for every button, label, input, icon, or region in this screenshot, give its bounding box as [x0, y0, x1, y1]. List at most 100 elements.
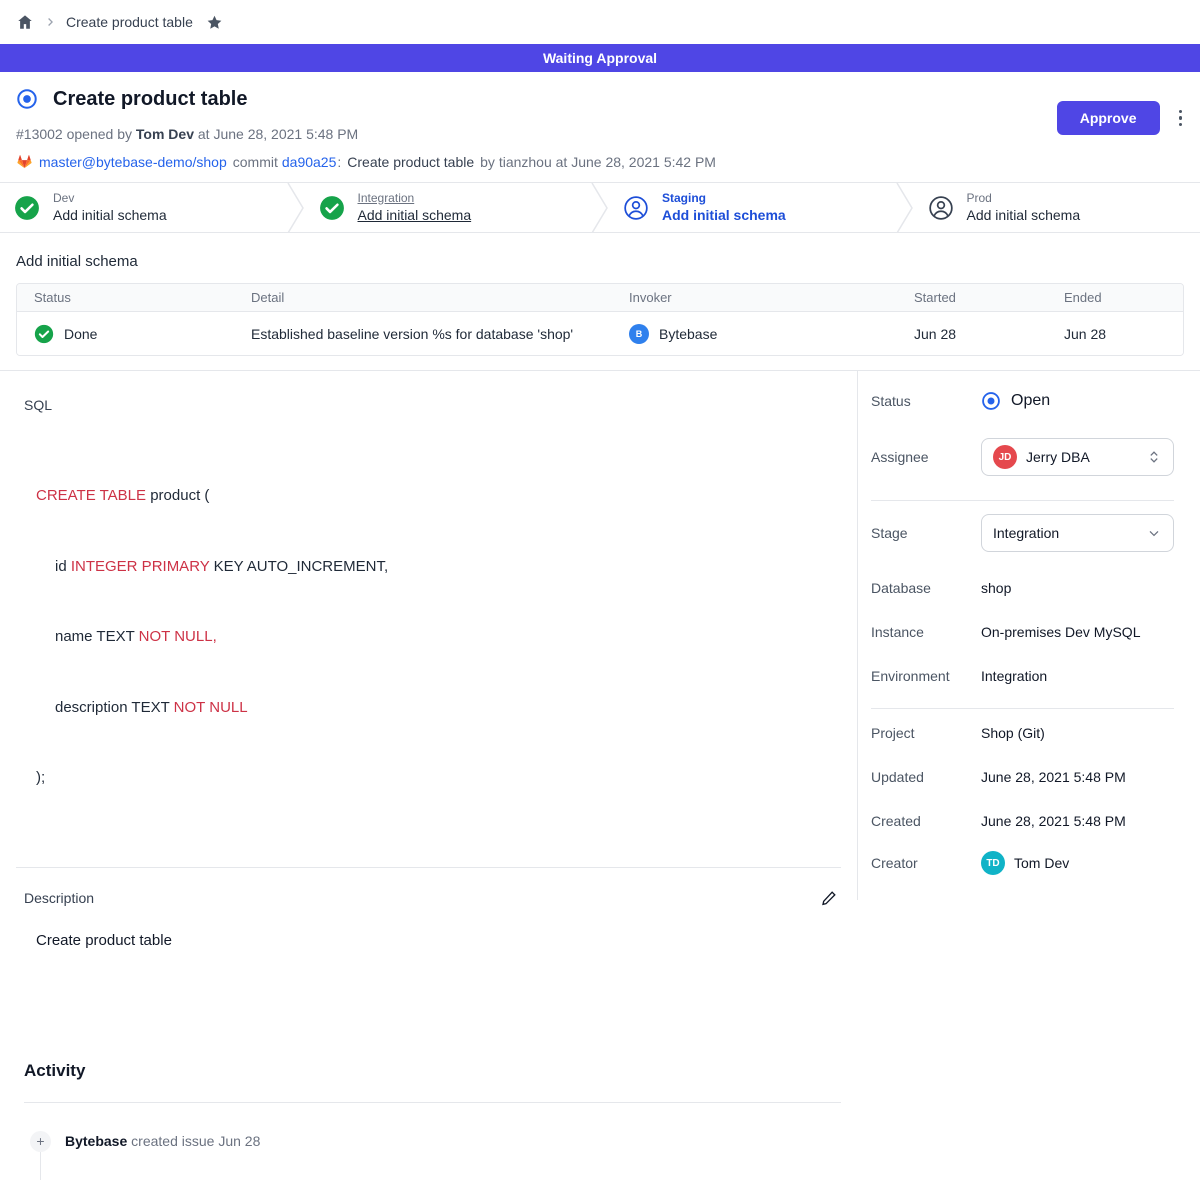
task-ended: Jun 28 [1047, 326, 1183, 342]
favorite-star-icon[interactable] [206, 14, 223, 31]
commit-branch-link[interactable]: master@bytebase-demo/shop [39, 154, 227, 170]
commit-word: commit [233, 154, 278, 170]
more-options-button[interactable] [1177, 106, 1185, 131]
sql-text: product ( [146, 487, 209, 504]
bytebase-avatar: B [629, 324, 649, 344]
column-header-ended: Ended [1047, 290, 1183, 305]
created-label: Created [871, 813, 981, 829]
sql-text: name TEXT [55, 628, 139, 645]
commit-byline: by tianzhou at June 28, 2021 5:42 PM [480, 154, 716, 170]
column-header-invoker: Invoker [612, 290, 897, 305]
stage-env-label: Staging [662, 191, 786, 207]
column-header-status: Status [17, 290, 234, 305]
task-section-title: Add initial schema [16, 253, 1184, 270]
database-value[interactable]: shop [981, 580, 1011, 596]
task-detail: Established baseline version %s for data… [234, 326, 612, 342]
sql-text: KEY AUTO_INCREMENT, [209, 558, 388, 575]
stage-separator [591, 183, 609, 232]
done-check-icon [34, 324, 54, 344]
breadcrumb: Create product table [0, 0, 1200, 44]
approve-button[interactable]: Approve [1057, 101, 1160, 135]
breadcrumb-current[interactable]: Create product table [66, 14, 193, 30]
column-header-started: Started [897, 290, 1047, 305]
stage-env-label: Prod [967, 191, 1081, 207]
created-value: June 28, 2021 5:48 PM [981, 813, 1126, 829]
timeline-line [40, 1152, 841, 1180]
stage-dev[interactable]: Dev Add initial schema [0, 183, 287, 232]
divider [24, 1102, 841, 1103]
description-content: Create product table [36, 932, 841, 949]
sql-keyword: NOT NULL, [139, 628, 217, 645]
issue-open-icon [16, 88, 38, 110]
activity-actor: Bytebase [65, 1133, 127, 1149]
creator-avatar: TD [981, 851, 1005, 875]
chevron-down-icon [1146, 525, 1162, 541]
plus-icon: + [30, 1131, 51, 1152]
stage-integration[interactable]: Integration Add initial schema [305, 183, 592, 232]
status-label: Status [871, 393, 981, 409]
task-section: Add initial schema Status Detail Invoker… [0, 233, 1200, 370]
task-started: Jun 28 [897, 326, 1047, 342]
assignee-avatar: JD [993, 445, 1017, 469]
sql-keyword: NOT NULL [174, 699, 248, 716]
stage-prod[interactable]: Prod Add initial schema [914, 183, 1200, 232]
check-circle-icon [14, 195, 40, 221]
stage-separator [896, 183, 914, 232]
updated-label: Updated [871, 769, 981, 785]
project-value[interactable]: Shop (Git) [981, 725, 1045, 741]
issue-opened-at: at June 28, 2021 5:48 PM [198, 126, 358, 142]
assignee-select[interactable]: JD Jerry DBA [981, 438, 1174, 476]
task-status: Done [64, 326, 97, 342]
issue-author: Tom Dev [136, 126, 194, 142]
table-row[interactable]: Done Established baseline version %s for… [17, 312, 1183, 355]
assignee-value: Jerry DBA [1026, 449, 1137, 465]
sql-keyword: INTEGER PRIMARY [71, 558, 210, 575]
page-title: Create product table [53, 88, 247, 111]
stage-value: Integration [993, 525, 1137, 541]
task-invoker: Bytebase [659, 326, 717, 342]
open-status-icon [981, 391, 1001, 411]
instance-value[interactable]: On-premises Dev MySQL [981, 624, 1140, 640]
activity-item: + Bytebase created issue Jun 28 [24, 1131, 841, 1152]
stage-staging[interactable]: Staging Add initial schema [609, 183, 896, 232]
divider [871, 708, 1174, 709]
activity-action: created issue Jun 28 [131, 1133, 260, 1149]
gitlab-icon [16, 153, 33, 170]
project-label: Project [871, 725, 981, 741]
selector-updown-icon [1146, 449, 1162, 465]
sql-label: SQL [24, 397, 841, 413]
divider [871, 500, 1174, 501]
chevron-right-icon [43, 15, 57, 29]
sql-code-block: CREATE TABLE product ( id INTEGER PRIMAR… [36, 437, 841, 837]
task-table: Status Detail Invoker Started Ended Done… [16, 283, 1184, 356]
issue-header: Create product table #13002 opened by To… [0, 72, 1200, 182]
commit-hash-link[interactable]: da90a25 [282, 154, 337, 170]
status-banner: Waiting Approval [0, 44, 1200, 72]
sql-text: ); [36, 769, 45, 786]
environment-value[interactable]: Integration [981, 668, 1047, 684]
stage-task-label: Add initial schema [53, 206, 167, 224]
home-icon[interactable] [16, 13, 34, 31]
user-circle-icon [623, 195, 649, 221]
commit-separator: : [337, 154, 341, 170]
status-banner-text: Waiting Approval [543, 50, 657, 66]
instance-label: Instance [871, 624, 981, 640]
stage-select[interactable]: Integration [981, 514, 1174, 552]
commit-line: master@bytebase-demo/shop commit da90a25… [16, 153, 1184, 170]
stage-task-label: Add initial schema [967, 206, 1081, 224]
stage-task-label: Add initial schema [358, 206, 472, 224]
database-label: Database [871, 580, 981, 596]
stage-separator [287, 183, 305, 232]
sql-text: id [55, 558, 71, 575]
updated-value: June 28, 2021 5:48 PM [981, 769, 1126, 785]
issue-number: #13002 opened by [16, 126, 132, 142]
stage-env-label: Integration [358, 191, 472, 207]
commit-message: Create product table [347, 154, 474, 170]
check-circle-icon [319, 195, 345, 221]
stage-env-label: Dev [53, 191, 167, 207]
creator-value: Tom Dev [1014, 855, 1069, 871]
task-table-header: Status Detail Invoker Started Ended [17, 284, 1183, 312]
edit-pencil-icon[interactable] [821, 890, 837, 906]
divider [16, 867, 841, 868]
issue-sidebar: Status Open Assignee JD Jerry DBA Stage [857, 371, 1200, 900]
